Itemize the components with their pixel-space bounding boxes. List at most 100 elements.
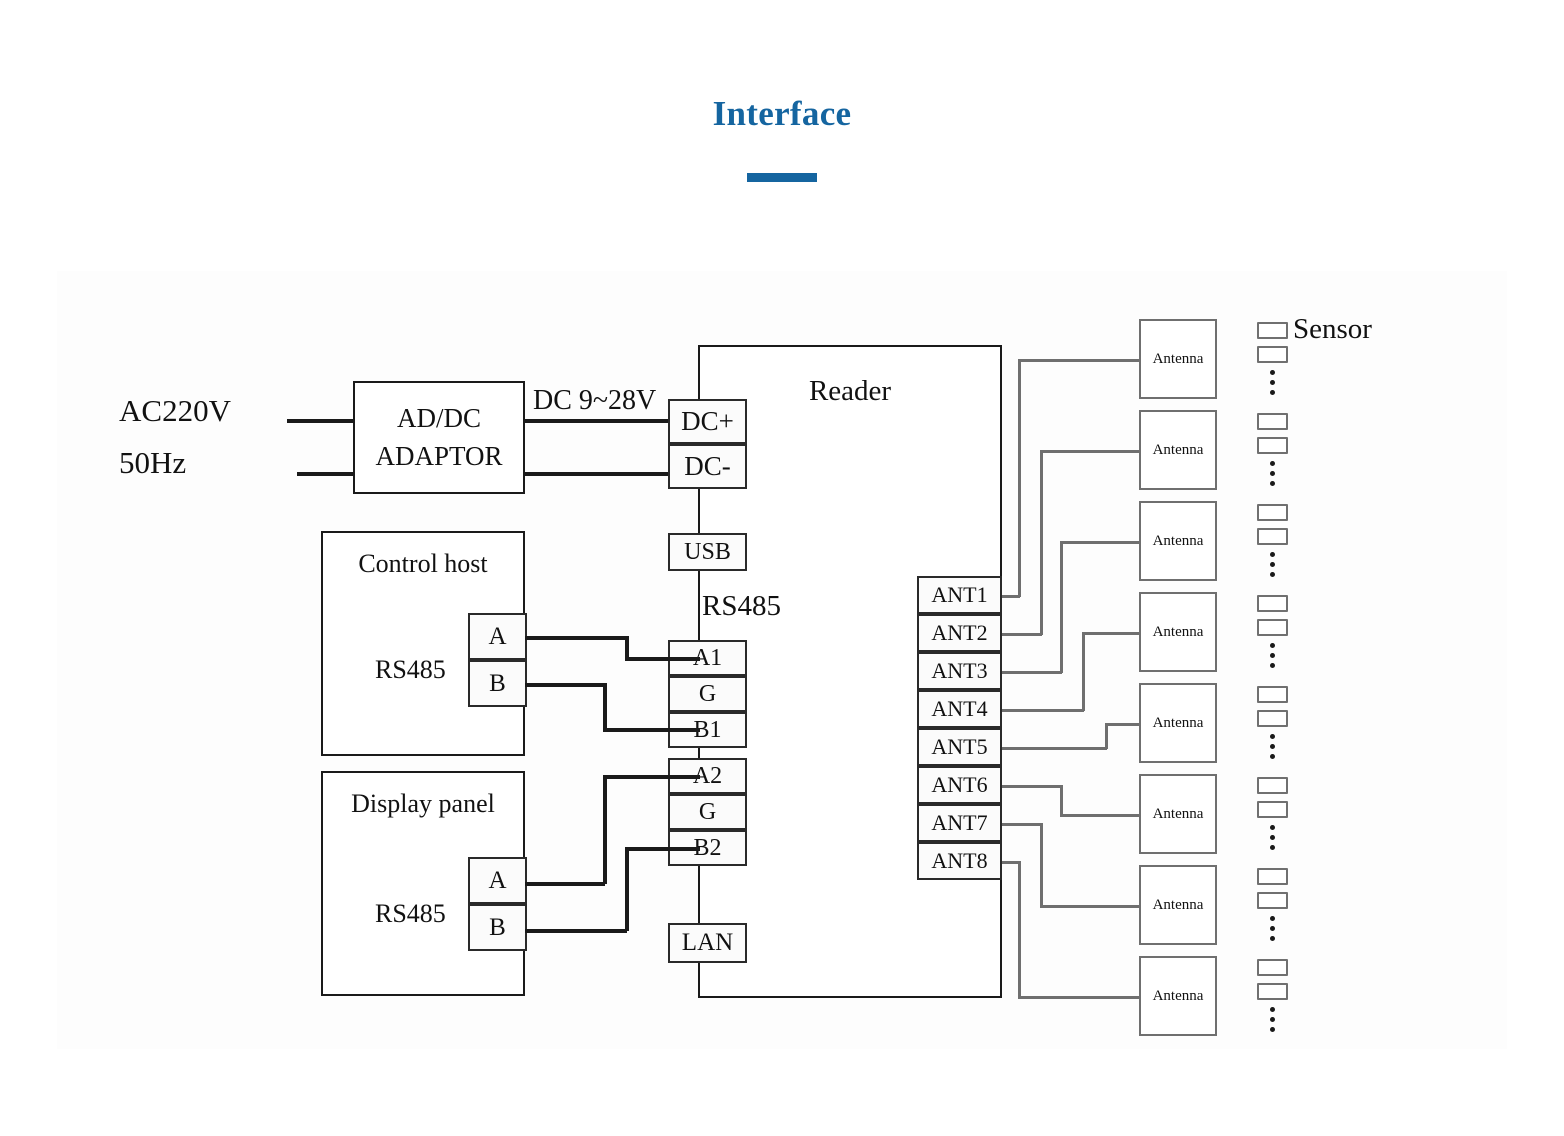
wire-host-a-seg2 [625, 636, 629, 659]
wire-ant1-seg2 [1018, 359, 1021, 597]
wire-ant8-seg3 [1018, 996, 1139, 999]
wire-ant6-seg1 [1002, 785, 1062, 788]
antenna-box-1: Antenna [1139, 319, 1217, 399]
wire-ant2-seg1 [1002, 633, 1042, 636]
wire-ant7-seg3 [1040, 905, 1139, 908]
antenna-box-5: Antenna [1139, 683, 1217, 763]
wire-ant3-seg3 [1060, 541, 1139, 544]
reader-port-ant7[interactable]: ANT7 [917, 804, 1002, 842]
reader-port-ant4[interactable]: ANT4 [917, 690, 1002, 728]
display-panel-bus-label: RS485 [375, 899, 446, 928]
sensor-rect [1257, 959, 1288, 976]
wire-panel-a-seg1 [525, 882, 605, 886]
sensor-rect [1257, 868, 1288, 885]
antenna-label: Antenna [1152, 896, 1204, 913]
adaptor-label-line1: AD/DC [396, 403, 481, 433]
reader-terminal-g2[interactable]: G [668, 794, 747, 830]
display-panel-terminal-a[interactable]: A [468, 857, 527, 904]
reader-port-ant6[interactable]: ANT6 [917, 766, 1002, 804]
wire-panel-b-seg1 [525, 929, 627, 933]
wire-ant2-seg3 [1040, 450, 1139, 453]
wire-panel-a-seg3 [603, 775, 700, 779]
control-host-title: Control host [358, 549, 488, 578]
control-host-terminal-b[interactable]: B [468, 660, 527, 707]
sensor-rect [1257, 528, 1288, 545]
reader-port-ant2[interactable]: ANT2 [917, 614, 1002, 652]
wire-host-a-seg1 [525, 636, 627, 640]
reader-terminal-g1[interactable]: G [668, 676, 747, 712]
sensor-rect [1257, 777, 1288, 794]
control-host-bus-label: RS485 [375, 655, 446, 684]
reader-port-ant3[interactable]: ANT3 [917, 652, 1002, 690]
adaptor-label-line2: ADAPTOR [375, 441, 503, 471]
reader-terminal-usb[interactable]: USB [668, 533, 747, 571]
wire-ant5-seg1 [1002, 747, 1107, 750]
sensor-rect [1257, 983, 1288, 1000]
antenna-label: Antenna [1152, 805, 1204, 822]
sensor-rect [1257, 892, 1288, 909]
antenna-box-4: Antenna [1139, 592, 1217, 672]
frequency-label: 50Hz [119, 445, 187, 480]
sensor-ellipsis [1257, 461, 1288, 486]
antenna-label: Antenna [1152, 532, 1204, 549]
wire-host-b-seg2 [603, 683, 607, 730]
page-header: Interface [0, 96, 1564, 182]
reader-terminal-dc-plus[interactable]: DC+ [668, 399, 747, 444]
wire-panel-b-seg2 [625, 847, 629, 931]
wire-host-b-seg3 [603, 728, 700, 732]
control-host-terminal-a[interactable]: A [468, 613, 527, 660]
sensor-column-label: Sensor [1293, 313, 1372, 345]
sensor-ellipsis [1257, 370, 1288, 395]
interface-diagram-card: AC220V 50Hz AD/DC ADAPTOR DC 9~28V Reade… [57, 271, 1507, 1049]
wire-ant3-seg1 [1002, 671, 1062, 674]
reader-port-ant8[interactable]: ANT8 [917, 842, 1002, 880]
sensor-ellipsis [1257, 552, 1288, 577]
sensor-ellipsis [1257, 916, 1288, 941]
interface-diagram: AC220V 50Hz AD/DC ADAPTOR DC 9~28V Reade… [57, 271, 1507, 1049]
antenna-label: Antenna [1152, 350, 1204, 367]
antenna-label: Antenna [1152, 714, 1204, 731]
wire-ant4-seg2 [1082, 632, 1085, 711]
display-panel-terminal-b[interactable]: B [468, 904, 527, 951]
wire-ant6-seg3 [1060, 814, 1139, 817]
reader-port-ant1[interactable]: ANT1 [917, 576, 1002, 614]
wire-ant5-seg3 [1105, 723, 1139, 726]
wire-ant3-seg2 [1060, 541, 1063, 673]
sensor-rect [1257, 437, 1288, 454]
title-underline [747, 173, 817, 182]
wire-ac-to-adaptor [287, 419, 353, 423]
ac-source-label: AC220V [119, 393, 231, 428]
wire-ant1-seg3 [1018, 359, 1139, 362]
antenna-box-2: Antenna [1139, 410, 1217, 490]
sensor-rect [1257, 413, 1288, 430]
sensor-rect [1257, 619, 1288, 636]
wire-ant7-seg2 [1040, 823, 1043, 907]
sensor-ellipsis [1257, 1007, 1288, 1032]
wire-panel-a-seg2 [603, 775, 607, 884]
wire-panel-b-seg3 [625, 847, 700, 851]
wire-ant4-seg3 [1082, 632, 1139, 635]
sensor-rect [1257, 322, 1288, 339]
sensor-rect [1257, 710, 1288, 727]
sensor-rect [1257, 595, 1288, 612]
antenna-box-3: Antenna [1139, 501, 1217, 581]
wire-ant8-seg2 [1018, 861, 1021, 998]
reader-port-ant5[interactable]: ANT5 [917, 728, 1002, 766]
sensor-ellipsis [1257, 734, 1288, 759]
sensor-ellipsis [1257, 643, 1288, 668]
sensor-rect [1257, 504, 1288, 521]
reader-terminal-dc-minus[interactable]: DC- [668, 444, 747, 489]
display-panel-title: Display panel [351, 789, 495, 818]
wire-ant4-seg1 [1002, 709, 1084, 712]
sensor-rect [1257, 686, 1288, 703]
wire-hz-to-adaptor [297, 472, 353, 476]
adaptor-box: AD/DC ADAPTOR [353, 381, 525, 494]
sensor-rect [1257, 346, 1288, 363]
reader-terminal-lan[interactable]: LAN [668, 923, 747, 963]
dc-range-label: DC 9~28V [533, 385, 657, 416]
antenna-label: Antenna [1152, 623, 1204, 640]
antenna-label: Antenna [1152, 987, 1204, 1004]
wire-ant2-seg2 [1040, 450, 1043, 635]
wire-ant5-seg2 [1105, 723, 1108, 749]
sensor-rect [1257, 801, 1288, 818]
